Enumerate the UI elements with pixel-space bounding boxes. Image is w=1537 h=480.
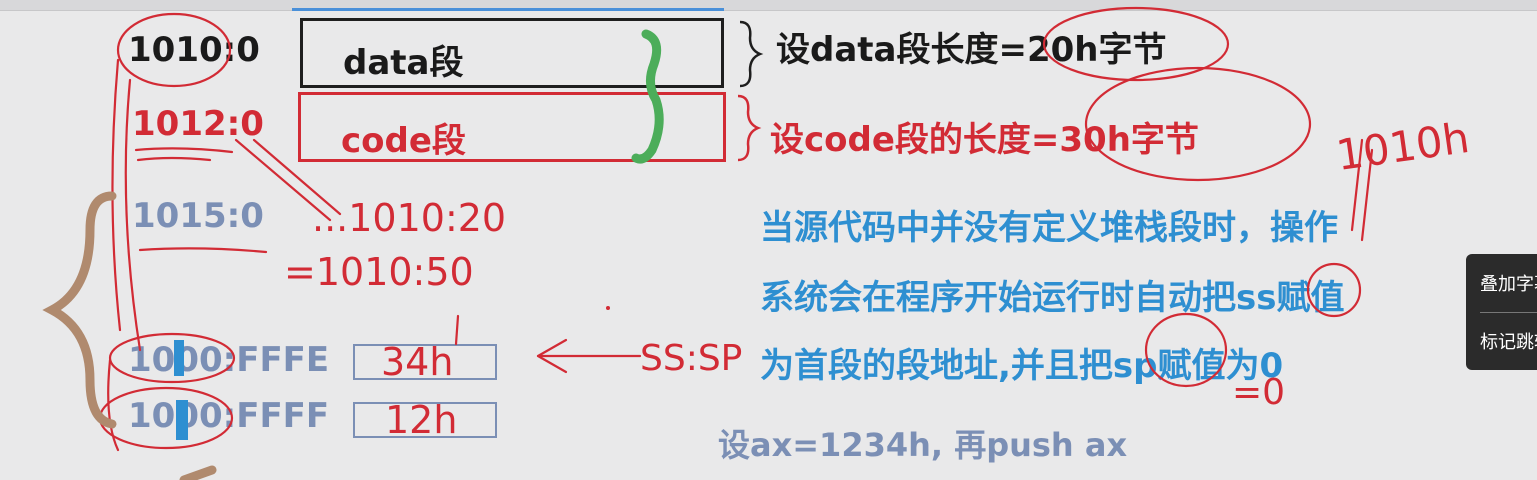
calc-annotation-1: ...1010:20 — [312, 196, 507, 240]
data-length-note: 设data段长度=20h字节 — [776, 30, 1167, 70]
address-1015: 1015:0 — [132, 196, 264, 236]
brown-brace — [42, 191, 117, 429]
active-tab-indicator — [292, 8, 724, 11]
popup-item-subtitle[interactable]: 叠加字幕 — [1480, 270, 1537, 296]
data-segment-label: data段 — [343, 43, 464, 83]
explanation-line-2: 系统会在程序开始运行时自动把ss赋值 — [760, 278, 1345, 318]
stack-cell-fffe-value: 34h — [381, 340, 454, 384]
popup-divider — [1480, 312, 1537, 313]
underline-1012 — [134, 147, 234, 154]
stack-cell-ffff: 12h — [353, 398, 497, 442]
right-hex-annotation: 1010h — [1333, 112, 1473, 181]
ss-sp-label: SS:SP — [640, 338, 743, 379]
explanation-line-1: 当源代码中并没有定义堆栈段时，操作 — [760, 208, 1338, 248]
push-note: 设ax=1234h, 再push ax — [718, 426, 1128, 464]
brace-data — [739, 20, 764, 88]
address-ffff: 1000:FFFF — [128, 396, 330, 436]
calc-annotation-2: =1010:50 — [284, 250, 474, 294]
address-fffe: 1000:FFFE — [128, 340, 330, 380]
data-segment-box: data段 — [300, 18, 724, 88]
address-1010: 1010:0 — [128, 30, 260, 70]
stack-cell-ffff-value: 12h — [385, 398, 458, 442]
explanation-line-3: 为首段的段地址,并且把sp赋值为0 — [760, 346, 1284, 386]
arrow-head — [536, 338, 568, 374]
code-segment-box: code段 — [298, 92, 726, 162]
context-popup: 叠加字幕 标记跳转 — [1466, 254, 1537, 370]
brace-code — [737, 94, 762, 162]
underline-1015 — [138, 247, 268, 254]
address-1012: 1012:0 — [132, 104, 264, 144]
stack-cell-fffe: 34h — [353, 340, 497, 384]
code-length-note: 设code段的长度=30h字节 — [770, 120, 1199, 160]
popup-item-jump[interactable]: 标记跳转 — [1480, 328, 1537, 354]
toolbar-strip — [0, 0, 1537, 11]
code-segment-label: code段 — [341, 121, 466, 161]
